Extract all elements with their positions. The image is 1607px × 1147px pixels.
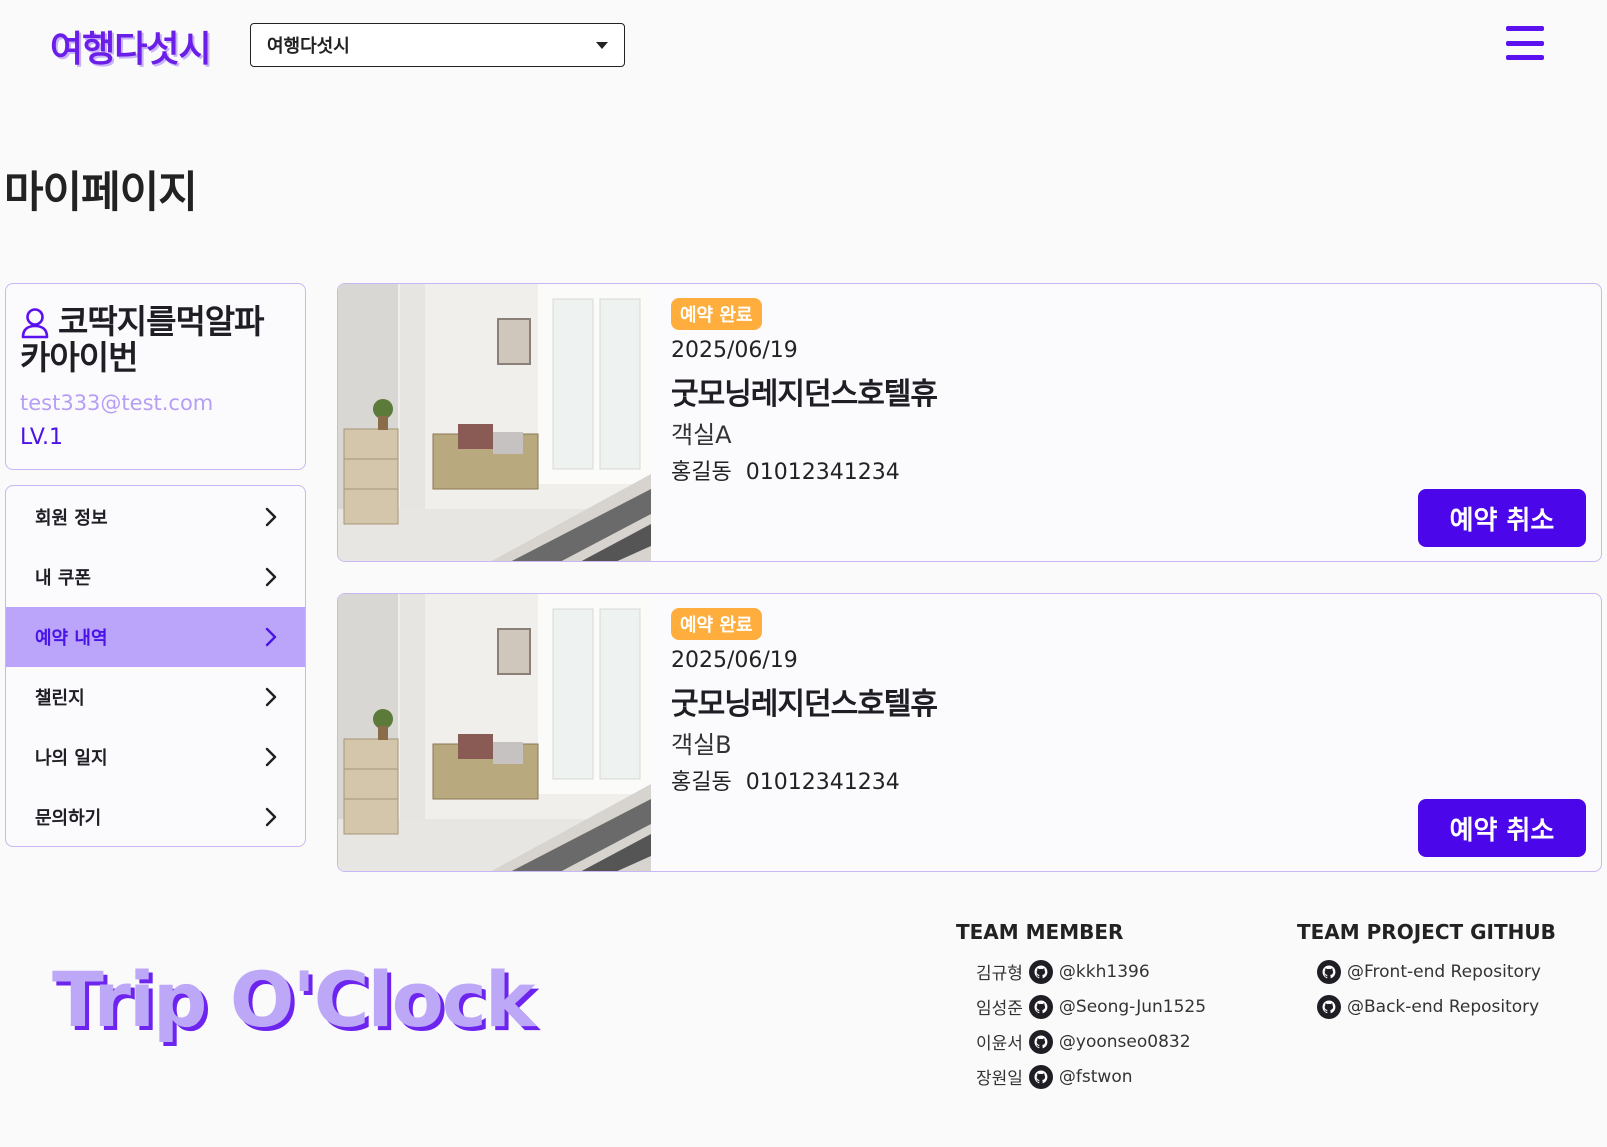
reservation-card: 예약 완료 2025/06/19 굿모닝레지던스호텔휴 객실B 홍길동 01012… [337, 593, 1602, 872]
page-title: 마이페이지 [4, 168, 198, 218]
member-row: 김규형 @kkh1396 [956, 954, 1206, 989]
reservation-info: 예약 완료 2025/06/19 굿모닝레지던스호텔휴 객실A 홍길동 01012… [671, 298, 938, 486]
hotel-room-image [338, 284, 651, 561]
cancel-reservation-button[interactable]: 예약 취소 [1418, 489, 1586, 547]
member-github-link[interactable]: @kkh1396 [1059, 962, 1150, 982]
profile-card: 코딱지를먹알파 카아이번 test333@test.com LV.1 [5, 283, 306, 470]
chevron-right-icon [265, 627, 277, 647]
profile-email: test333@test.com [20, 391, 214, 416]
member-row: 임성준 @Seong-Jun1525 [956, 989, 1206, 1024]
side-menu-journal[interactable]: 나의 일지 [6, 727, 305, 787]
team-github-section: TEAM PROJECT GITHUB @Front-end Repositor… [1297, 920, 1556, 1024]
side-menu-inquiry[interactable]: 문의하기 [6, 787, 305, 846]
reservation-card: 예약 완료 2025/06/19 굿모닝레지던스호텔휴 객실A 홍길동 01012… [337, 283, 1602, 562]
guest-name: 홍길동 [671, 460, 732, 485]
guest-name: 홍길동 [671, 770, 732, 795]
side-menu-challenge[interactable]: 챌린지 [6, 667, 305, 727]
chevron-right-icon [265, 507, 277, 526]
cancel-reservation-button[interactable]: 예약 취소 [1418, 799, 1586, 857]
status-badge: 예약 완료 [671, 298, 762, 330]
repo-row: @Back-end Repository [1297, 989, 1556, 1024]
profile-name-line1: 코딱지를먹알파 [58, 302, 265, 341]
side-menu-label: 예약 내역 [35, 628, 108, 649]
repo-row: @Front-end Repository [1297, 954, 1556, 989]
side-menu-member-info[interactable]: 회원 정보 [6, 486, 305, 547]
hotel-room-image [338, 594, 651, 871]
room-name: 객실A [671, 421, 732, 449]
member-name: 임성준 [976, 999, 1023, 1019]
chevron-right-icon [265, 747, 277, 767]
reservation-date: 2025/06/19 [671, 338, 798, 363]
github-icon [1028, 1064, 1053, 1089]
hotel-name[interactable]: 굿모닝레지던스호텔휴 [671, 679, 938, 723]
region-select[interactable]: 여행다섯시 [250, 23, 625, 67]
guest-info: 홍길동 01012341234 [671, 454, 937, 486]
member-name: 장원일 [976, 1069, 1023, 1089]
side-menu-label: 나의 일지 [35, 748, 108, 769]
team-member-title: TEAM MEMBER [956, 920, 1124, 944]
profile-level: LV.1 [20, 425, 64, 451]
reservation-date: 2025/06/19 [671, 648, 798, 673]
reservation-info: 예약 완료 2025/06/19 굿모닝레지던스호텔휴 객실B 홍길동 01012… [671, 608, 938, 796]
github-icon [1028, 1029, 1053, 1054]
side-menu-label: 회원 정보 [35, 507, 108, 529]
side-menu-coupons[interactable]: 내 쿠폰 [6, 547, 305, 607]
member-github-link[interactable]: @yoonseo0832 [1059, 1032, 1191, 1052]
member-github-link[interactable]: @fstwon [1059, 1067, 1133, 1087]
chevron-right-icon [265, 687, 277, 707]
team-member-section: TEAM MEMBER 김규형 @kkh1396 임성준 @Seong-Jun1… [956, 920, 1206, 1094]
side-menu: 회원 정보 내 쿠폰 예약 내역 챌린지 나의 일지 문의하기 [5, 485, 306, 847]
github-icon [1317, 994, 1341, 1019]
footer-logo: Trip O'Clock [52, 955, 535, 1044]
team-github-title: TEAM PROJECT GITHUB [1297, 920, 1556, 944]
region-select-value: 여행다섯시 [267, 36, 350, 57]
room-name: 객실B [671, 731, 732, 759]
side-menu-label: 챌린지 [35, 688, 85, 709]
front-end-repo-link[interactable]: @Front-end Repository [1347, 962, 1541, 982]
status-badge: 예약 완료 [671, 608, 762, 640]
side-menu-reservations[interactable]: 예약 내역 [6, 607, 305, 667]
hotel-name[interactable]: 굿모닝레지던스호텔휴 [671, 369, 938, 413]
member-name: 김규형 [976, 964, 1023, 984]
side-menu-label: 문의하기 [35, 808, 102, 829]
chevron-right-icon [265, 567, 277, 587]
profile-name: 코딱지를먹알파 카아이번 [20, 304, 291, 375]
side-menu-label: 내 쿠폰 [35, 568, 91, 589]
profile-name-line2: 카아이번 [20, 337, 138, 377]
guest-phone: 01012341234 [745, 770, 900, 795]
member-name: 이윤서 [976, 1034, 1023, 1054]
chevron-right-icon [265, 807, 277, 827]
github-icon [1028, 994, 1053, 1019]
member-row: 이윤서 @yoonseo0832 [956, 1024, 1206, 1059]
github-icon [1028, 959, 1053, 984]
back-end-repo-link[interactable]: @Back-end Repository [1347, 997, 1539, 1017]
caret-down-icon [596, 41, 608, 49]
member-row: 장원일 @fstwon [956, 1059, 1206, 1094]
guest-phone: 01012341234 [745, 460, 900, 485]
user-icon [21, 308, 49, 339]
github-icon [1317, 959, 1341, 984]
guest-info: 홍길동 01012341234 [671, 764, 937, 796]
member-github-link[interactable]: @Seong-Jun1525 [1059, 997, 1206, 1017]
hamburger-menu-icon[interactable] [1506, 26, 1544, 60]
site-logo[interactable]: 여행다섯시 [50, 20, 212, 72]
